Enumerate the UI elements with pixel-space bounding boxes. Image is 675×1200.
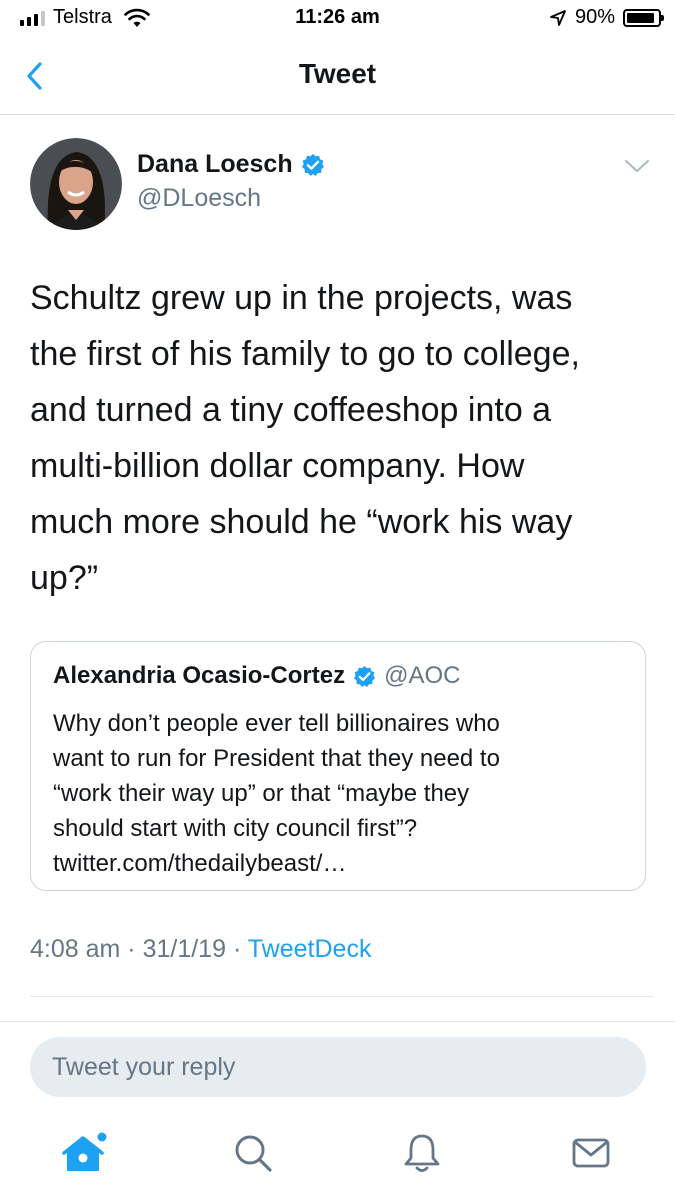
tweet-header: Dana Loesch @DLoesch — [30, 138, 650, 230]
quoted-author-name: Alexandria Ocasio-Cortez — [53, 662, 346, 689]
verified-badge-icon — [354, 665, 376, 687]
tab-bar — [0, 1120, 675, 1200]
battery-icon — [623, 8, 664, 27]
tweet-text: Schultz grew up in the projects, was the… — [30, 270, 650, 606]
page-title: Tweet — [298, 58, 377, 89]
location-icon — [550, 9, 566, 26]
tab-home[interactable] — [60, 1128, 110, 1178]
battery-fill — [627, 12, 654, 23]
quoted-author-handle: @AOC — [384, 662, 461, 689]
tweet-source-link[interactable]: TweetDeck — [248, 935, 372, 963]
quoted-tweet-card[interactable]: Alexandria Ocasio-Cortez @AOC Why don’t … — [30, 641, 646, 891]
quoted-text-line: want to run for President that they need… — [53, 745, 500, 772]
divider — [30, 996, 653, 997]
divider — [0, 1021, 675, 1022]
tweet-text-line: multi-billion dollar company. How — [30, 447, 525, 485]
author-name[interactable]: Dana Loesch — [137, 150, 293, 179]
author-handle[interactable]: @DLoesch — [137, 184, 261, 213]
tweet-text-line: the first of his family to go to college… — [30, 335, 580, 373]
home-icon — [62, 1132, 107, 1171]
meta-separator: · — [127, 935, 136, 963]
tab-notifications[interactable] — [397, 1128, 447, 1178]
avatar[interactable] — [30, 138, 122, 230]
tab-messages[interactable] — [566, 1128, 616, 1178]
reply-box[interactable] — [30, 1037, 646, 1097]
status-bar: Telstra 11:26 am 90% — [0, 0, 675, 38]
tweet-text-line: up?” — [30, 559, 99, 597]
tweet-text-line: much more should he “work his way — [30, 503, 573, 541]
meta-separator: · — [232, 935, 242, 963]
tweet-date: 31/1/19 — [142, 935, 226, 963]
tweet-text-line: and turned a tiny coffeeshop into a — [30, 391, 552, 429]
quoted-text-line: Why don’t people ever tell billionaires … — [53, 710, 500, 737]
quoted-link[interactable]: twitter.com/thedailybeast/… — [53, 846, 633, 881]
battery-percent: 90% — [574, 6, 615, 28]
quoted-text-line: should start with city council first”? — [53, 815, 418, 842]
reply-input[interactable] — [52, 1050, 612, 1084]
tab-search[interactable] — [228, 1128, 278, 1178]
navigation-bar: Tweet — [0, 38, 675, 115]
quoted-text-line: “work their way up” or that “maybe they — [53, 780, 470, 807]
notifications-icon — [404, 1134, 440, 1172]
quoted-tweet-text: Why don’t people ever tell billionaires … — [53, 706, 633, 881]
chevron-down-icon[interactable] — [624, 158, 650, 174]
messages-icon — [572, 1138, 610, 1168]
tweet-time: 4:08 am — [30, 935, 121, 963]
verified-badge-icon — [301, 153, 324, 176]
tweet-text-line: Schultz grew up in the projects, was — [30, 279, 573, 317]
tweet-metadata: 4:08 am · 31/1/19 · TweetDeck — [30, 935, 371, 964]
search-icon — [235, 1135, 272, 1172]
